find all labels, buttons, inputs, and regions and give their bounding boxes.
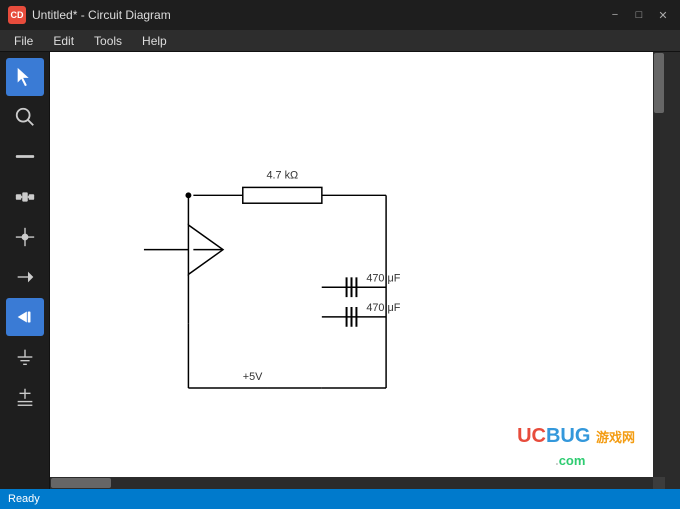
status-text: Ready [8, 493, 40, 505]
menu-bar: File Edit Tools Help [0, 30, 680, 52]
more-tool[interactable] [6, 378, 44, 416]
drawing-canvas[interactable]: 4.7 kΩ [50, 52, 653, 477]
minimize-button[interactable]: − [606, 8, 624, 22]
svg-text:4.7 kΩ: 4.7 kΩ [266, 170, 298, 182]
window-title: Untitled* - Circuit Diagram [32, 8, 606, 22]
menu-file[interactable]: File [4, 32, 43, 50]
menu-help[interactable]: Help [132, 32, 177, 50]
toolbar [0, 52, 50, 489]
fill-tool[interactable] [6, 298, 44, 336]
ground-tool[interactable] [6, 338, 44, 376]
close-button[interactable]: ✕ [654, 8, 672, 22]
canvas-area[interactable]: 4.7 kΩ [50, 52, 665, 489]
vertical-scrollbar[interactable] [653, 52, 665, 477]
app-icon: CD [8, 6, 26, 24]
maximize-button[interactable]: □ [630, 8, 648, 22]
pin-tool[interactable] [6, 258, 44, 296]
zoom-tool[interactable] [6, 98, 44, 136]
circuit-diagram: 4.7 kΩ [50, 52, 653, 477]
component-tool[interactable] [6, 178, 44, 216]
window-controls: − □ ✕ [606, 8, 672, 22]
wire-tool[interactable] [6, 138, 44, 176]
svg-text:470 μF: 470 μF [366, 272, 400, 284]
svg-text:+5V: +5V [243, 371, 263, 383]
svg-text:470 μF: 470 μF [366, 302, 400, 314]
junction-tool[interactable] [6, 218, 44, 256]
select-tool[interactable] [6, 58, 44, 96]
title-bar: CD Untitled* - Circuit Diagram − □ ✕ [0, 0, 680, 30]
main-area: 4.7 kΩ [0, 52, 680, 489]
horizontal-scrollbar[interactable] [50, 477, 653, 489]
status-bar: Ready [0, 489, 680, 509]
menu-tools[interactable]: Tools [84, 32, 132, 50]
right-panel [665, 52, 680, 489]
menu-edit[interactable]: Edit [43, 32, 84, 50]
